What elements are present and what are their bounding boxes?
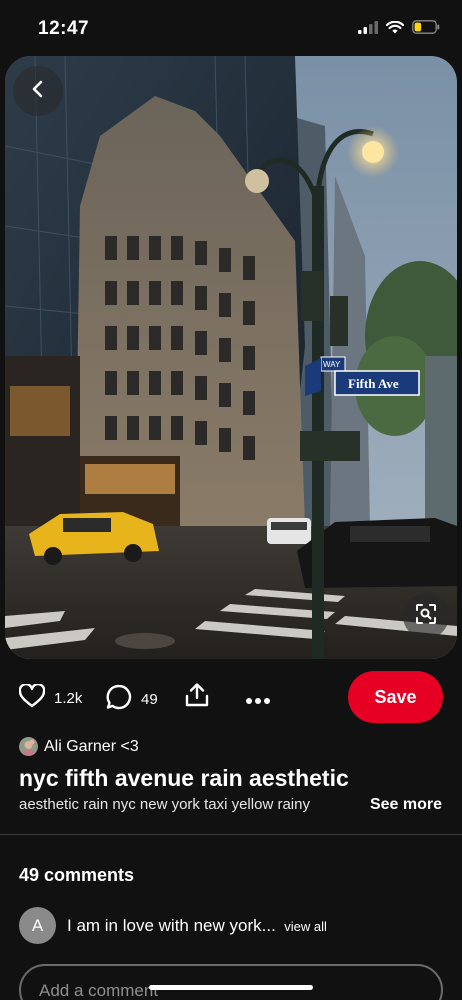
see-more-link[interactable]: See more bbox=[370, 796, 442, 814]
back-button[interactable] bbox=[13, 66, 63, 116]
save-button[interactable]: Save bbox=[348, 671, 443, 723]
pin-image[interactable]: WAY Fifth Ave bbox=[5, 56, 457, 659]
more-options-button[interactable] bbox=[245, 692, 271, 709]
chevron-left-icon bbox=[28, 79, 48, 104]
home-indicator bbox=[149, 985, 313, 990]
status-time: 12:47 bbox=[38, 18, 90, 39]
divider bbox=[0, 834, 462, 835]
visual-search-icon bbox=[415, 603, 437, 630]
status-icons bbox=[358, 20, 440, 39]
pin-title: nyc fifth avenue rain aesthetic bbox=[19, 765, 349, 791]
cellular-signal-icon bbox=[358, 20, 378, 39]
creator-avatar bbox=[19, 737, 38, 756]
street-scene-image: WAY Fifth Ave bbox=[5, 56, 457, 659]
creator-name: Ali Garner <3 bbox=[44, 737, 139, 755]
share-icon bbox=[185, 682, 209, 712]
sign-way-text: WAY bbox=[323, 360, 341, 369]
pin-description: aesthetic rain nyc new york taxi yellow … bbox=[19, 796, 310, 813]
like-button[interactable]: 1.2k bbox=[18, 682, 83, 712]
share-button[interactable] bbox=[185, 682, 209, 712]
heart-icon bbox=[18, 682, 46, 712]
comment-input-container[interactable] bbox=[19, 964, 443, 1000]
commenter-avatar: A bbox=[19, 907, 56, 944]
like-count: 1.2k bbox=[54, 689, 83, 707]
view-all-comments-link[interactable]: view all bbox=[284, 919, 327, 934]
creator[interactable]: Ali Garner <3 bbox=[19, 737, 139, 756]
battery-low-icon bbox=[412, 20, 440, 39]
visual-search-button[interactable] bbox=[403, 593, 449, 639]
status-bar: 12:47 bbox=[0, 0, 462, 56]
more-icon bbox=[245, 692, 271, 709]
comment-count: 49 bbox=[141, 690, 158, 708]
wifi-icon bbox=[385, 20, 405, 39]
sign-fifth-ave-text: Fifth Ave bbox=[348, 376, 399, 391]
comments-heading: 49 comments bbox=[19, 865, 135, 885]
comment-bubble-icon bbox=[106, 684, 132, 714]
comment-preview[interactable]: A I am in love with new york... view all bbox=[19, 907, 327, 944]
action-row: 1.2k 49 Save bbox=[0, 670, 462, 724]
comment-button[interactable]: 49 bbox=[106, 684, 158, 714]
comment-text: I am in love with new york... bbox=[67, 915, 276, 935]
